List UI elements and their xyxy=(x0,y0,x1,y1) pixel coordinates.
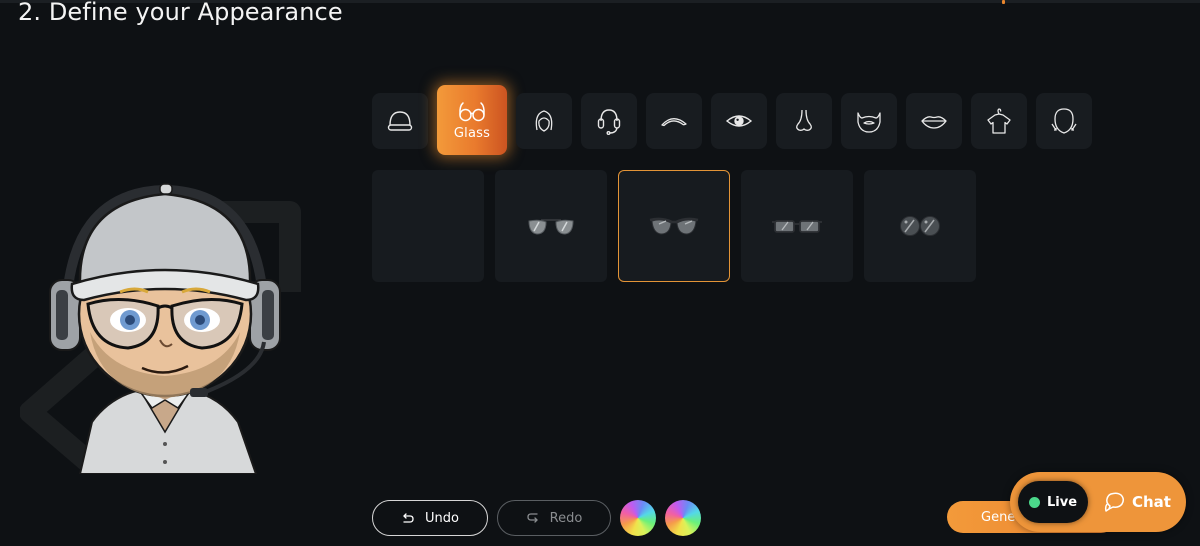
color-picker-primary[interactable] xyxy=(620,500,656,536)
redo-label: Redo xyxy=(549,510,583,526)
tab-hair[interactable] xyxy=(516,93,572,149)
option-round[interactable] xyxy=(864,170,976,282)
glasses-icon xyxy=(459,101,485,121)
shirt-icon xyxy=(987,108,1011,134)
tab-hat[interactable] xyxy=(372,93,428,149)
progress-marker xyxy=(1002,0,1005,4)
live-status-dot xyxy=(1028,496,1040,508)
option-aviator[interactable] xyxy=(495,170,607,282)
history-controls: Undo Redo xyxy=(372,500,701,536)
tab-shirt[interactable] xyxy=(971,93,1027,149)
beanie-hat-icon xyxy=(387,111,413,131)
glasses-options xyxy=(372,170,976,282)
eye-icon xyxy=(725,115,753,127)
tab-eye[interactable] xyxy=(711,93,767,149)
lips-icon xyxy=(921,116,947,129)
avatar-illustration xyxy=(20,183,301,474)
aviator-glasses-icon xyxy=(528,219,574,235)
rectangular-glasses-icon xyxy=(772,220,822,233)
beard-icon xyxy=(857,112,881,133)
live-label: Live xyxy=(1046,494,1078,510)
nose-icon xyxy=(796,109,812,131)
face-shape-icon xyxy=(1051,108,1077,134)
redo-button[interactable]: Redo xyxy=(497,500,611,536)
tab-headset[interactable] xyxy=(581,93,637,149)
category-tabs: Glass xyxy=(372,85,1092,155)
tab-eyebrow[interactable] xyxy=(646,93,702,149)
undo-label: Undo xyxy=(425,510,459,526)
headset-icon xyxy=(597,109,621,136)
live-chat-widget[interactable]: Live Chat xyxy=(1010,472,1186,532)
chat-button[interactable]: Chat xyxy=(1104,472,1171,532)
undo-button[interactable]: Undo xyxy=(372,500,488,536)
tab-face-shape[interactable] xyxy=(1036,93,1092,149)
option-rectangular[interactable] xyxy=(741,170,853,282)
tab-beard[interactable] xyxy=(841,93,897,149)
chat-bubble-icon xyxy=(1104,492,1125,512)
option-cat-eye[interactable] xyxy=(618,170,730,282)
undo-icon xyxy=(403,513,414,523)
eyebrow-icon xyxy=(661,118,687,127)
round-glasses-icon xyxy=(900,216,940,236)
page-title: 2. Define your Appearance xyxy=(18,0,343,26)
option-none[interactable] xyxy=(372,170,484,282)
redo-icon xyxy=(527,513,538,523)
hair-icon xyxy=(535,110,553,132)
cat-eye-glasses-icon xyxy=(649,217,699,235)
tab-glass-label: Glass xyxy=(453,125,491,141)
tab-lips[interactable] xyxy=(906,93,962,149)
tab-nose[interactable] xyxy=(776,93,832,149)
chat-label: Chat xyxy=(1132,493,1171,511)
tab-glass[interactable]: Glass xyxy=(437,85,507,155)
avatar-preview xyxy=(20,172,310,474)
live-indicator: Live xyxy=(1018,481,1088,523)
color-picker-secondary[interactable] xyxy=(665,500,701,536)
